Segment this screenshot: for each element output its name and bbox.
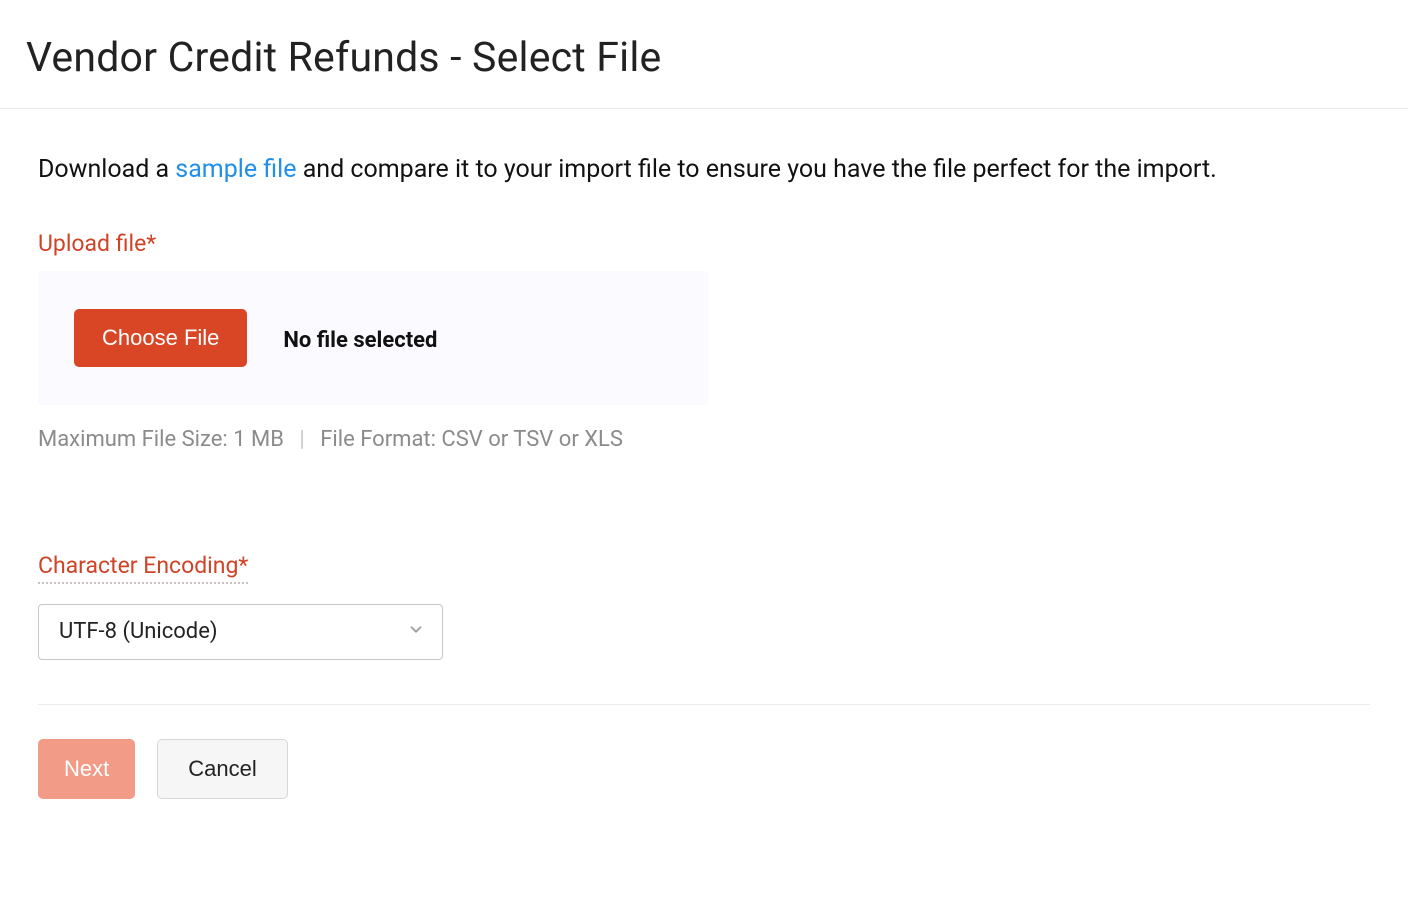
sample-file-link[interactable]: sample file (175, 155, 296, 184)
hint-max-size: Maximum File Size: 1 MB (38, 427, 284, 452)
character-encoding-select-wrap: UTF-8 (Unicode) (38, 604, 443, 660)
upload-box: Choose File No file selected (38, 271, 708, 405)
upload-file-label-text: Upload file (38, 230, 146, 257)
cancel-button[interactable]: Cancel (157, 739, 287, 799)
next-button[interactable]: Next (38, 739, 135, 799)
page-title: Vendor Credit Refunds - Select File (26, 34, 1382, 82)
required-asterisk: * (146, 230, 156, 257)
chevron-down-icon (407, 619, 425, 644)
character-encoding-label: Character Encoding* (38, 552, 248, 584)
character-encoding-selected-value: UTF-8 (Unicode) (59, 619, 218, 644)
footer-divider (38, 704, 1370, 705)
intro-text: Download a sample file and compare it to… (38, 151, 1338, 190)
required-asterisk: * (238, 552, 248, 579)
footer-actions: Next Cancel (38, 739, 1370, 799)
intro-prefix: Download a (38, 155, 175, 184)
character-encoding-label-text: Character Encoding (38, 552, 238, 579)
upload-file-label: Upload file* (38, 230, 1370, 257)
page-header: Vendor Credit Refunds - Select File (0, 0, 1408, 109)
character-encoding-section: Character Encoding* UTF-8 (Unicode) (38, 512, 1370, 660)
character-encoding-select[interactable]: UTF-8 (Unicode) (38, 604, 443, 660)
intro-suffix: and compare it to your import file to en… (297, 155, 1217, 184)
no-file-selected-text: No file selected (283, 328, 437, 353)
choose-file-button[interactable]: Choose File (74, 309, 247, 367)
page-content: Download a sample file and compare it to… (0, 109, 1408, 799)
upload-hint: Maximum File Size: 1 MB | File Format: C… (38, 427, 1370, 452)
hint-file-format: File Format: CSV or TSV or XLS (320, 427, 623, 452)
hint-divider: | (299, 427, 304, 452)
